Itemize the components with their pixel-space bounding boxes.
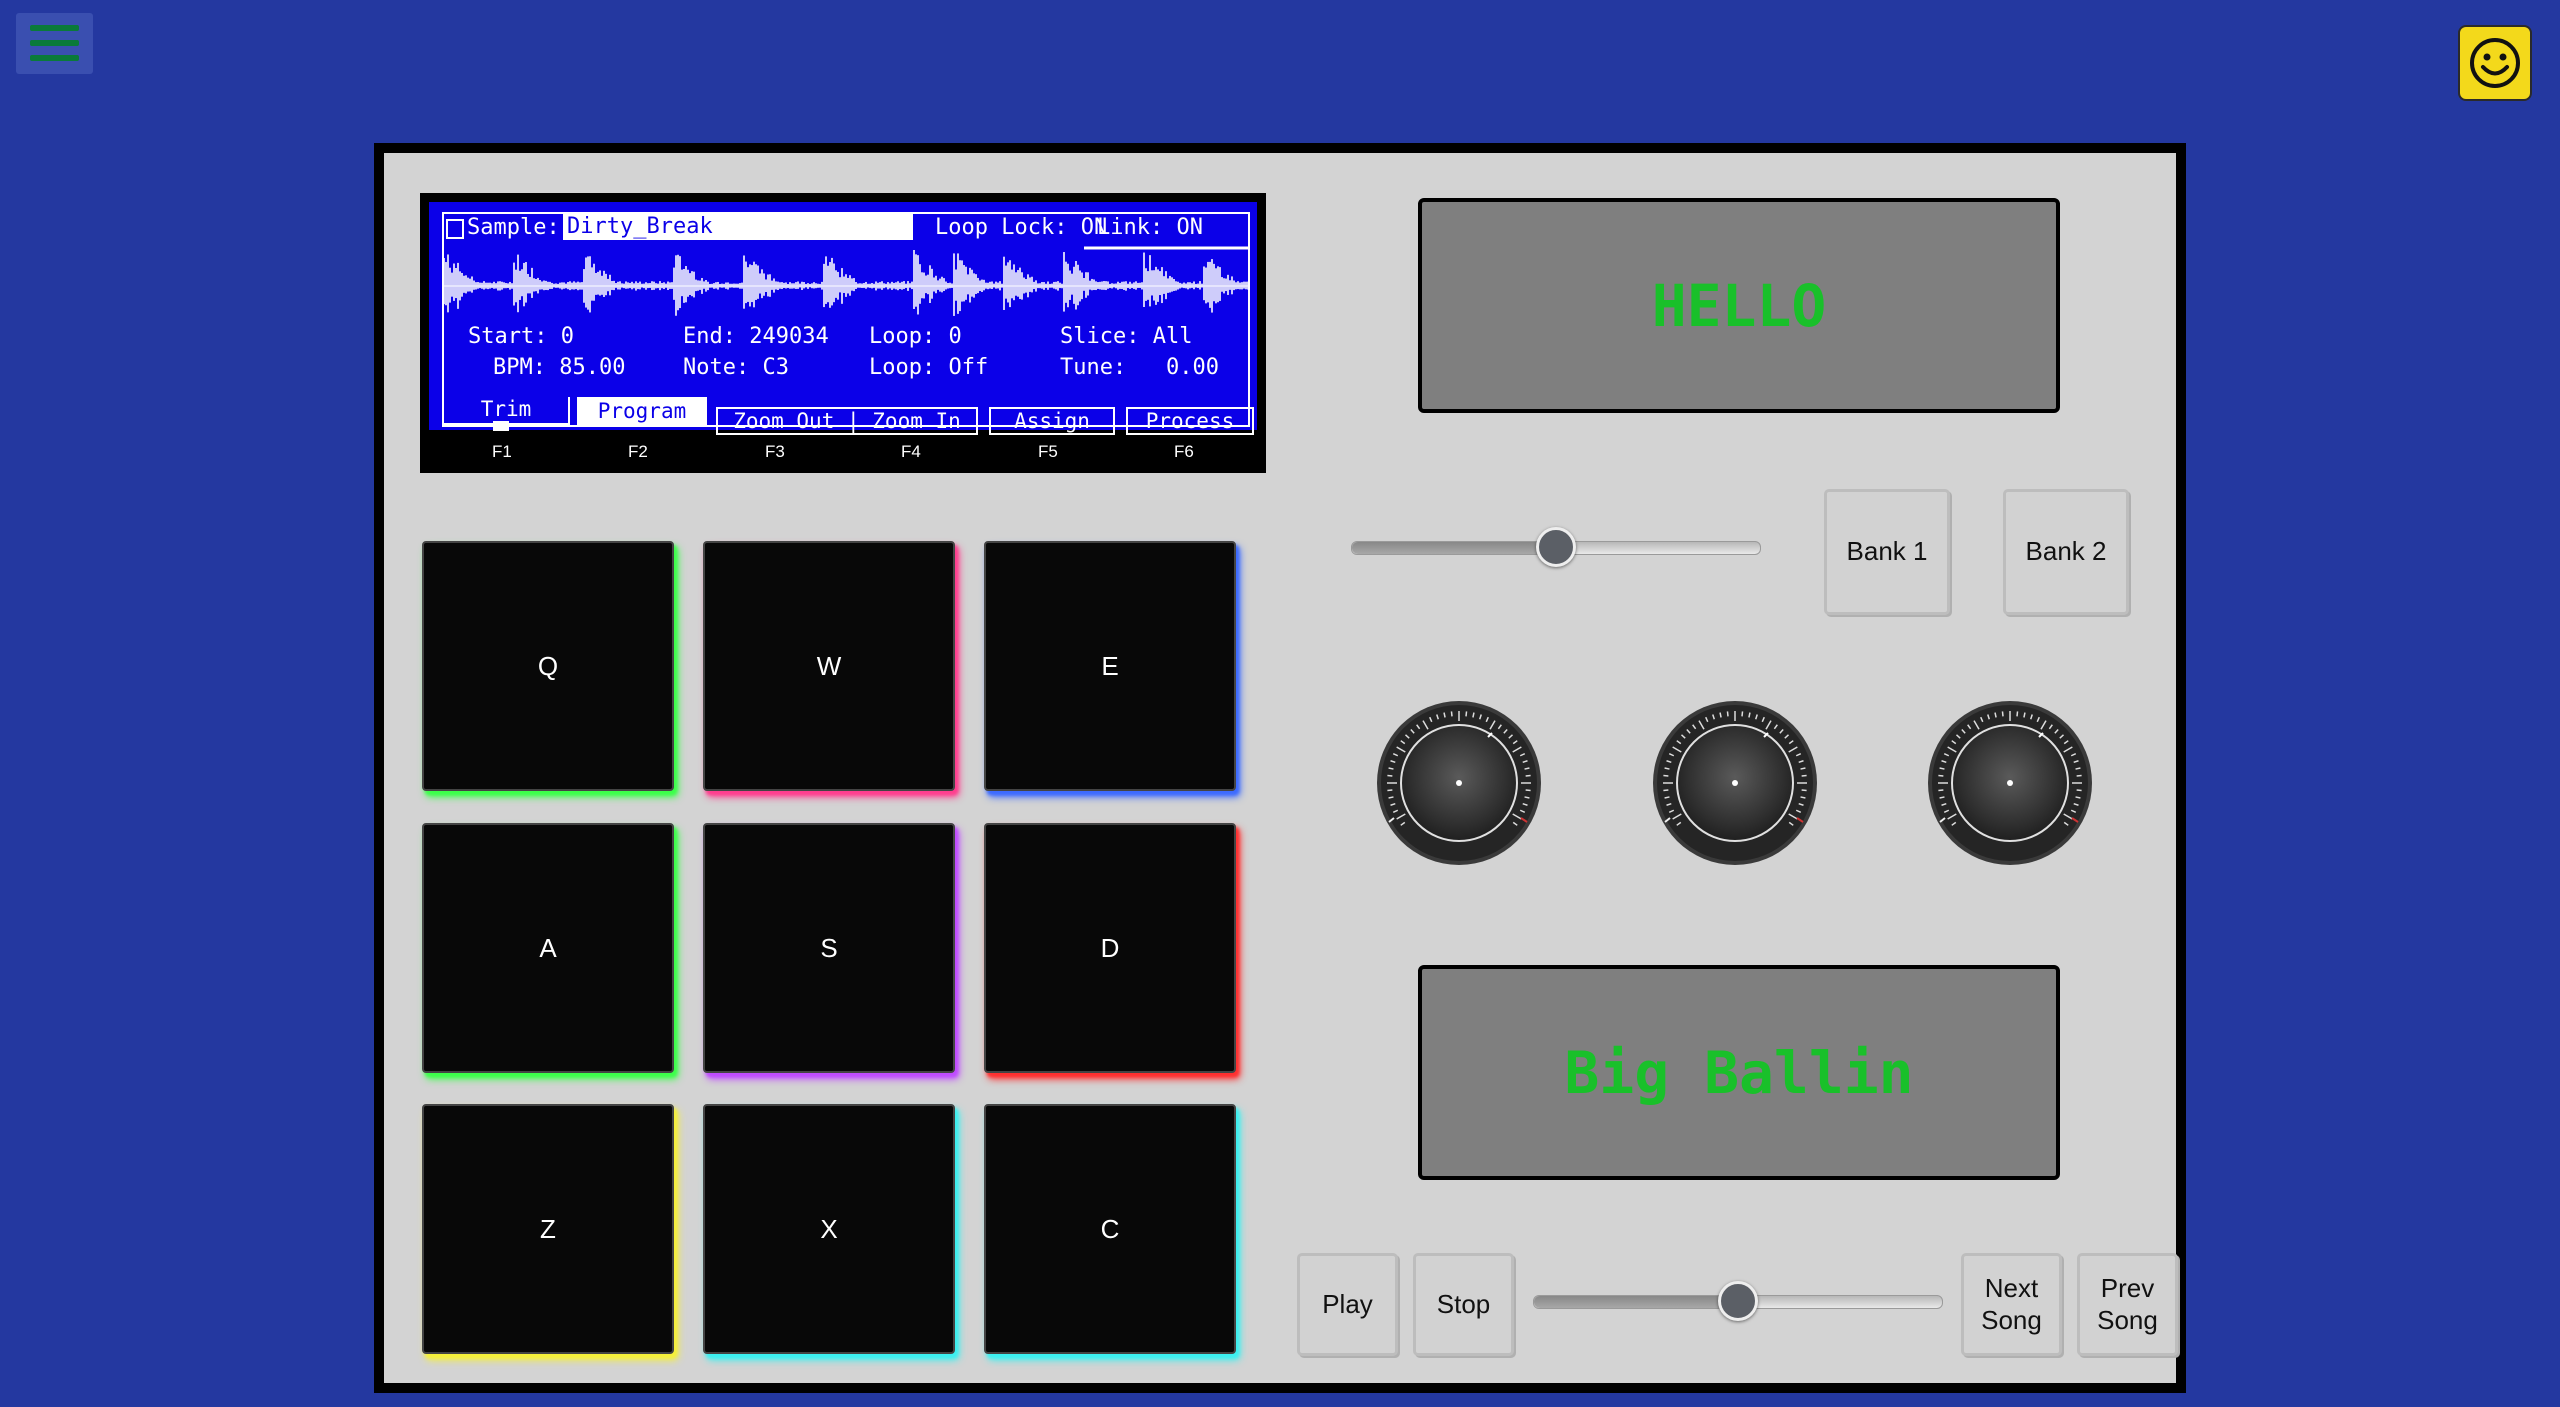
prev-song-button[interactable]: Prev Song xyxy=(2077,1253,2178,1356)
tab-assign[interactable]: Assign xyxy=(989,407,1115,435)
stop-button[interactable]: Stop xyxy=(1413,1253,1514,1356)
knob-dial-icon xyxy=(1653,701,1817,865)
fkey-f5[interactable]: F5 xyxy=(1038,442,1058,462)
pad-c[interactable]: C xyxy=(984,1104,1236,1354)
pad-e[interactable]: E xyxy=(984,541,1236,791)
hamburger-icon-line xyxy=(30,55,79,61)
link-status[interactable]: Link: ON xyxy=(1097,217,1203,239)
fkey-f1[interactable]: F1 xyxy=(492,442,512,462)
bank-1-button[interactable]: Bank 1 xyxy=(1824,489,1950,615)
fkey-f2[interactable]: F2 xyxy=(628,442,648,462)
knob-2[interactable] xyxy=(1652,700,1818,866)
sample-name-field[interactable]: Dirty_Break xyxy=(563,214,913,240)
display-bottom: Big Ballin xyxy=(1418,965,2060,1180)
smiley-button[interactable] xyxy=(2458,25,2532,101)
lcd-screen: Sample: Dirty_Break Loop Lock: ON Link: … xyxy=(429,202,1257,435)
menu-button[interactable] xyxy=(16,13,93,74)
pad-x[interactable]: X xyxy=(703,1104,955,1354)
lcd-display: Sample: Dirty_Break Loop Lock: ON Link: … xyxy=(420,193,1266,473)
pad-q[interactable]: Q xyxy=(422,541,674,791)
play-button[interactable]: Play xyxy=(1297,1253,1398,1356)
pad-s[interactable]: S xyxy=(703,823,955,1073)
pad-d[interactable]: D xyxy=(984,823,1236,1073)
slider-bottom[interactable] xyxy=(1533,1281,1943,1321)
next-song-button[interactable]: Next Song xyxy=(1961,1253,2062,1356)
bpm-value[interactable]: BPM: 85.00 xyxy=(493,357,625,379)
tune-value[interactable]: Tune: 0.00 xyxy=(1060,357,1219,379)
fkey-f6[interactable]: F6 xyxy=(1174,442,1194,462)
pad-z[interactable]: Z xyxy=(422,1104,674,1354)
slider-top-fill xyxy=(1352,542,1556,554)
loop-mode-value[interactable]: Loop: Off xyxy=(869,357,988,379)
smiley-icon xyxy=(2470,38,2520,88)
hamburger-icon xyxy=(30,25,79,31)
pad-w[interactable]: W xyxy=(703,541,955,791)
fkey-f3[interactable]: F3 xyxy=(765,442,785,462)
end-value[interactable]: End: 249034 xyxy=(683,326,829,348)
sampler-device: Sample: Dirty_Break Loop Lock: ON Link: … xyxy=(374,143,2186,1393)
fkey-f4[interactable]: F4 xyxy=(901,442,921,462)
pad-a[interactable]: A xyxy=(422,823,674,1073)
knob-3[interactable] xyxy=(1927,700,2093,866)
slider-bottom-thumb[interactable] xyxy=(1718,1281,1758,1321)
loop-lock-status[interactable]: Loop Lock: ON xyxy=(935,217,1107,239)
sample-label: Sample: xyxy=(467,215,560,240)
tab-process[interactable]: Process xyxy=(1126,407,1254,435)
lcd-cursor-icon xyxy=(446,219,464,239)
loop-value[interactable]: Loop: 0 xyxy=(869,326,962,348)
bank-2-button[interactable]: Bank 2 xyxy=(2003,489,2129,615)
slider-top[interactable] xyxy=(1351,527,1761,567)
slice-value[interactable]: Slice: All xyxy=(1060,326,1192,348)
trim-marker-icon xyxy=(493,421,509,431)
note-value[interactable]: Note: C3 xyxy=(683,357,789,379)
knob-1[interactable] xyxy=(1376,700,1542,866)
knob-dial-icon xyxy=(1928,701,2092,865)
waveform[interactable] xyxy=(444,246,1250,322)
knob-dial-icon xyxy=(1377,701,1541,865)
tab-zoom[interactable]: Zoom Out | Zoom In xyxy=(716,407,978,435)
tab-program[interactable]: Program xyxy=(577,397,707,425)
hamburger-icon-line xyxy=(30,40,79,46)
slider-top-thumb[interactable] xyxy=(1536,527,1576,567)
display-top: HELLO xyxy=(1418,198,2060,413)
slider-bottom-fill xyxy=(1534,1296,1738,1308)
start-value[interactable]: Start: 0 xyxy=(468,326,574,348)
